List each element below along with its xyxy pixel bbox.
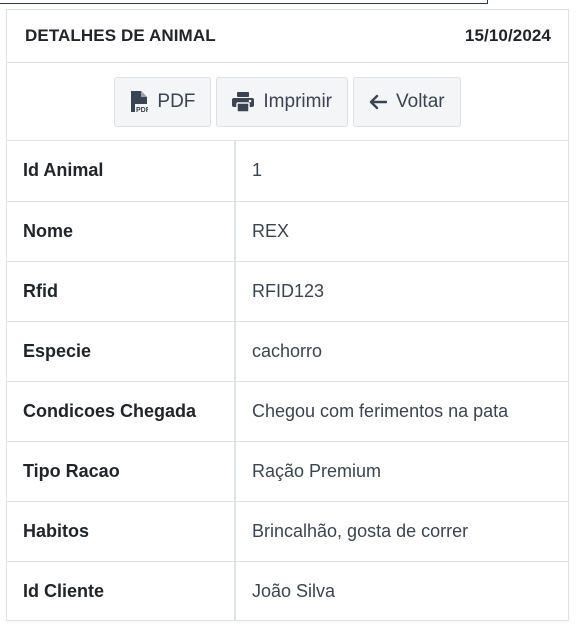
field-value: cachorro bbox=[235, 321, 568, 382]
action-toolbar: PDF PDF Imprimir Voltar bbox=[7, 63, 568, 141]
field-value: RFID123 bbox=[235, 261, 568, 322]
arrow-left-icon bbox=[369, 94, 387, 110]
table-row: Id Animal 1 bbox=[7, 141, 568, 202]
field-label: Condicoes Chegada bbox=[7, 381, 236, 442]
field-value: Chegou com ferimentos na pata bbox=[235, 381, 568, 442]
table-row: Id Cliente João Silva bbox=[7, 561, 568, 621]
field-label: Tipo Racao bbox=[7, 441, 236, 502]
page-title: DETALHES DE ANIMAL bbox=[25, 26, 216, 45]
table-row: Rfid RFID123 bbox=[7, 261, 568, 322]
field-label: Rfid bbox=[7, 261, 236, 322]
details-table: Id Animal 1 Nome REX Rfid RFID123 Especi… bbox=[7, 141, 568, 621]
table-row: Condicoes Chegada Chegou com ferimentos … bbox=[7, 381, 568, 442]
table-row: Nome REX bbox=[7, 201, 568, 262]
field-label: Id Animal bbox=[7, 141, 236, 202]
pdf-file-icon: PDF bbox=[130, 90, 148, 113]
pdf-button[interactable]: PDF PDF bbox=[114, 76, 212, 127]
pdf-button-label: PDF bbox=[157, 90, 196, 112]
table-row: Especie cachorro bbox=[7, 321, 568, 382]
card-header: DETALHES DE ANIMAL 15/10/2024 bbox=[7, 10, 568, 63]
animal-details-card: DETALHES DE ANIMAL 15/10/2024 PDF PDF Im… bbox=[6, 9, 569, 621]
field-value: Brincalhão, gosta de correr bbox=[235, 501, 568, 562]
field-value: 1 bbox=[235, 141, 568, 202]
back-button[interactable]: Voltar bbox=[353, 76, 461, 127]
svg-text:PDF: PDF bbox=[136, 107, 148, 113]
print-button[interactable]: Imprimir bbox=[216, 76, 348, 127]
table-row: Tipo Racao Ração Premium bbox=[7, 441, 568, 502]
field-value: Ração Premium bbox=[235, 441, 568, 502]
field-label: Habitos bbox=[7, 501, 236, 562]
back-button-label: Voltar bbox=[396, 90, 445, 112]
printer-icon bbox=[232, 91, 255, 112]
table-row: Habitos Brincalhão, gosta de correr bbox=[7, 501, 568, 562]
print-button-label: Imprimir bbox=[263, 90, 332, 112]
field-value: REX bbox=[235, 201, 568, 262]
field-label: Nome bbox=[7, 201, 236, 262]
field-value: João Silva bbox=[252, 580, 336, 601]
header-date: 15/10/2024 bbox=[464, 26, 551, 45]
background-window-edge bbox=[0, 0, 488, 4]
field-label: Id Cliente bbox=[7, 561, 236, 621]
field-label: Especie bbox=[7, 321, 236, 382]
